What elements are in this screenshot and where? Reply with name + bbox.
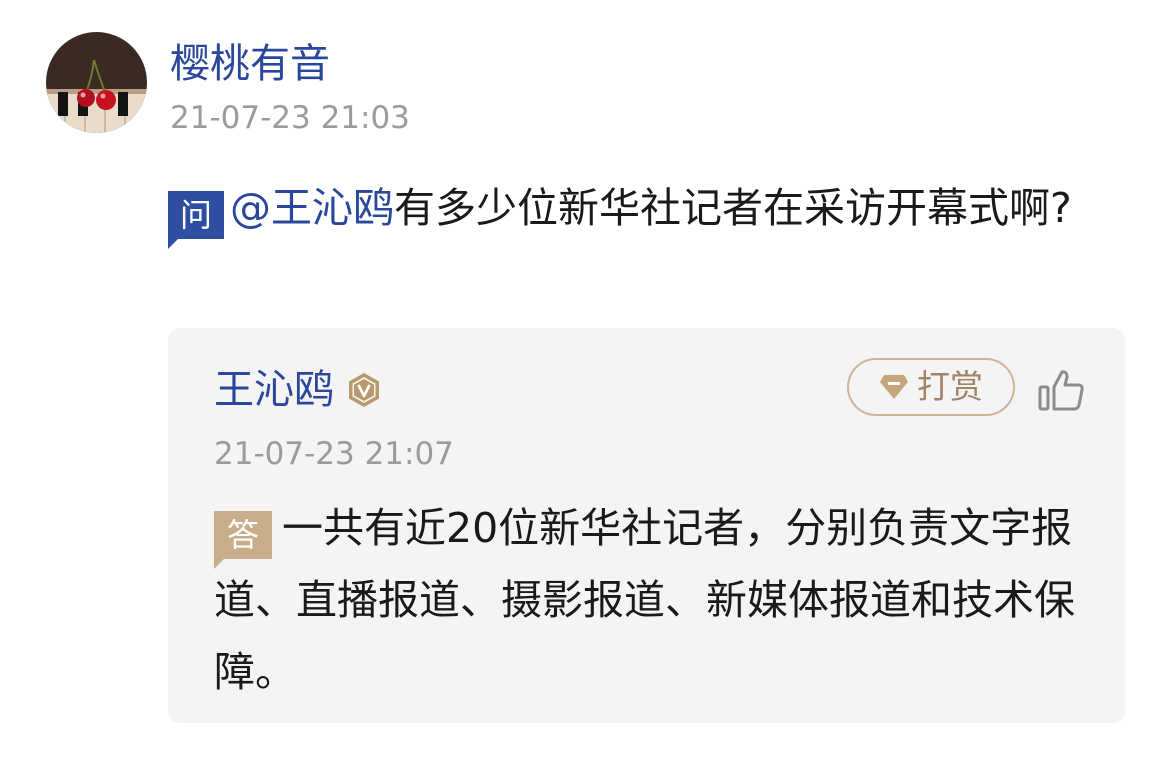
- gem-icon: [880, 375, 908, 399]
- answerer-name[interactable]: 王沁鸥: [214, 364, 334, 416]
- answer-body: 一共有近20位新华社记者，分别负责文字报道、直播报道、摄影报道、新媒体报道和技术…: [214, 504, 1075, 696]
- question-tag: 问: [168, 191, 224, 249]
- answer-text: 答一共有近20位新华社记者，分别负责文字报道、直播报道、摄影报道、新媒体报道和技…: [214, 492, 1094, 708]
- question-text: 问 @王沁鸥有多少位新华社记者在采访开幕式啊?: [168, 172, 1128, 249]
- thumbs-up-icon[interactable]: [1038, 368, 1086, 412]
- qa-post: 樱桃有音 21-07-23 21:03 问 @王沁鸥有多少位新华社记者在采访开幕式…: [0, 0, 1170, 760]
- answer-timestamp: 21-07-23 21:07: [214, 436, 454, 472]
- question-timestamp: 21-07-23 21:03: [170, 100, 410, 136]
- verified-v-icon: [349, 373, 379, 407]
- question-body: 有多少位新华社记者在采访开幕式啊?: [394, 184, 1072, 232]
- avatar[interactable]: [46, 32, 147, 133]
- cherry-avatar-image: [46, 32, 147, 133]
- answer-tag: 答: [214, 511, 272, 569]
- tip-label: 打赏: [917, 367, 983, 406]
- tip-button[interactable]: 打赏: [847, 358, 1015, 416]
- mention-link[interactable]: @王沁鸥: [230, 184, 394, 232]
- answer-card: 王沁鸥 打赏 21-07-23 21:07 答一共有近20位新华社记者，分别负责…: [168, 328, 1125, 723]
- asker-name[interactable]: 樱桃有音: [170, 38, 330, 90]
